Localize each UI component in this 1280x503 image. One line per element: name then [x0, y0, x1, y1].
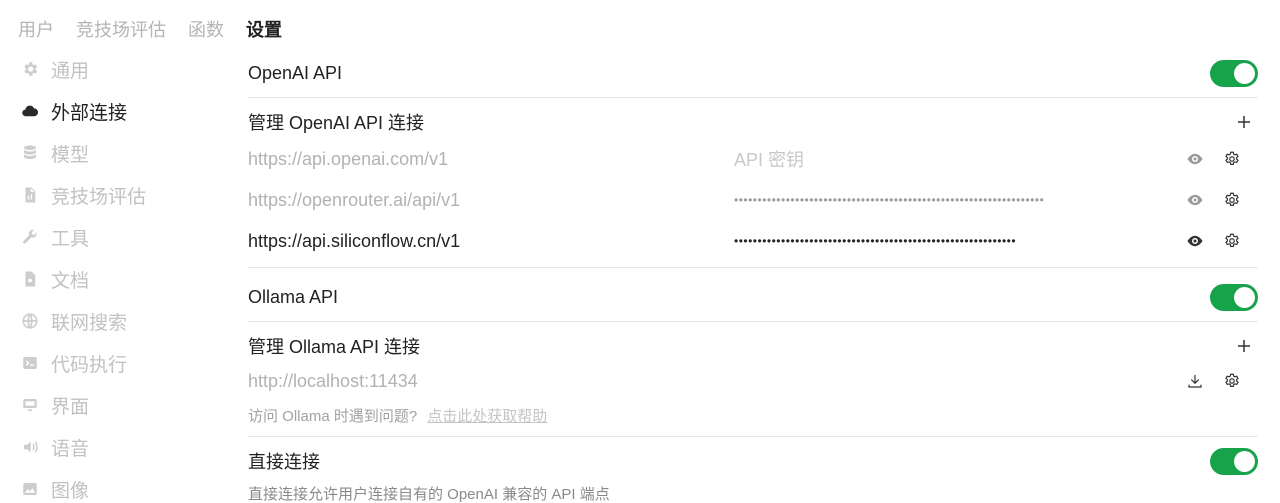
- sidebar-item-general[interactable]: 通用: [20, 48, 220, 90]
- divider: [248, 267, 1258, 268]
- api-key-field[interactable]: API 密钥: [734, 146, 1180, 172]
- sidebar-item-label: 联网搜索: [51, 312, 128, 334]
- sidebar-item-label: 代码执行: [51, 354, 128, 376]
- globe-icon: [20, 311, 40, 331]
- connection-url[interactable]: https://api.siliconflow.cn/v1: [248, 231, 460, 252]
- ollama-manage-title: 管理 Ollama API 连接: [248, 337, 421, 357]
- database-icon: [20, 143, 40, 163]
- sidebar-item-label: 模型: [51, 144, 90, 166]
- add-openai-connection-button[interactable]: [1232, 110, 1256, 134]
- row-actions: [1170, 188, 1244, 212]
- ollama-manage-header: 管理 Ollama API 连接: [248, 332, 1258, 360]
- ollama-help-text: 访问 Ollama 时遇到问题?: [248, 408, 418, 425]
- speaker-icon: [20, 437, 40, 457]
- connection-row: http://localhost:11434: [248, 366, 1258, 396]
- gear-icon[interactable]: [1220, 147, 1244, 171]
- eye-icon[interactable]: [1183, 188, 1207, 212]
- connection-row: https://api.openai.com/v1 API 密钥: [248, 144, 1258, 174]
- ollama-section-header: Ollama API: [248, 283, 1258, 311]
- row-actions: [1170, 369, 1244, 393]
- tab-arena[interactable]: 竞技场评估: [76, 16, 166, 42]
- sidebar-item-label: 通用: [51, 60, 90, 82]
- openai-manage-header: 管理 OpenAI API 连接: [248, 108, 1258, 136]
- gear-icon[interactable]: [1220, 229, 1244, 253]
- sidebar-item-label: 文档: [51, 270, 90, 292]
- sidebar-item-tools[interactable]: 工具: [20, 216, 220, 258]
- divider: [248, 436, 1258, 437]
- eye-icon[interactable]: [1183, 229, 1207, 253]
- sidebar-item-arena[interactable]: 竞技场评估: [20, 174, 220, 216]
- eye-icon[interactable]: [1183, 147, 1207, 171]
- direct-section-header: 直接连接: [248, 447, 1258, 475]
- sidebar-item-models[interactable]: 模型: [20, 132, 220, 174]
- connection-row: https://api.siliconflow.cn/v1 ••••••••••…: [248, 226, 1258, 256]
- sidebar-item-label: 工具: [51, 228, 90, 250]
- sidebar-item-label: 图像: [51, 480, 90, 502]
- sidebar-item-label: 界面: [51, 396, 90, 418]
- image-icon: [20, 479, 40, 499]
- tab-functions[interactable]: 函数: [188, 16, 224, 42]
- sidebar-item-interface[interactable]: 界面: [20, 384, 220, 426]
- direct-description: 直接连接允许用户连接自有的 OpenAI 兼容的 API 端点: [248, 486, 610, 503]
- api-key-field[interactable]: ••••••••••••••••••••••••••••••••••••••••…: [734, 193, 1180, 207]
- sidebar-item-label: 竞技场评估: [51, 186, 147, 208]
- cloud-icon: [20, 101, 40, 121]
- wrench-icon: [20, 227, 40, 247]
- settings-main: OpenAI API 管理 OpenAI API 连接 https://api.…: [248, 0, 1258, 503]
- add-ollama-connection-button[interactable]: [1232, 334, 1256, 358]
- settings-sidebar: 通用 外部连接 模型 竞技场评估 工具 文档 联网搜索 代码执行 界面 语音 图…: [20, 48, 220, 503]
- sidebar-item-connections[interactable]: 外部连接: [20, 90, 220, 132]
- sidebar-item-audio[interactable]: 语音: [20, 426, 220, 468]
- ollama-toggle[interactable]: [1210, 283, 1258, 311]
- document-chart-icon: [20, 185, 40, 205]
- tab-users[interactable]: 用户: [18, 16, 54, 42]
- sidebar-item-label: 语音: [51, 438, 90, 460]
- divider: [248, 97, 1258, 98]
- divider: [248, 321, 1258, 322]
- connection-row: https://openrouter.ai/api/v1 •••••••••••…: [248, 185, 1258, 215]
- gear-icon[interactable]: [1220, 188, 1244, 212]
- connection-url[interactable]: http://localhost:11434: [248, 371, 418, 392]
- openai-manage-title: 管理 OpenAI API 连接: [248, 113, 425, 133]
- sidebar-item-images[interactable]: 图像: [20, 468, 220, 503]
- row-actions: [1170, 229, 1244, 253]
- direct-title: 直接连接: [248, 452, 320, 472]
- gear-icon[interactable]: [1220, 369, 1244, 393]
- download-icon[interactable]: [1183, 369, 1207, 393]
- row-actions: [1170, 147, 1244, 171]
- ollama-title: Ollama API: [248, 286, 339, 307]
- openai-toggle[interactable]: [1210, 59, 1258, 87]
- gear-icon: [20, 59, 40, 79]
- monitor-icon: [20, 395, 40, 415]
- ollama-help-link[interactable]: 点击此处获取帮助: [427, 408, 547, 425]
- connection-url[interactable]: https://api.openai.com/v1: [248, 149, 448, 170]
- ollama-help: 访问 Ollama 时遇到问题? 点击此处获取帮助: [248, 405, 547, 426]
- direct-toggle[interactable]: [1210, 447, 1258, 475]
- sidebar-item-documents[interactable]: 文档: [20, 258, 220, 300]
- document-icon: [20, 269, 40, 289]
- sidebar-item-label: 外部连接: [51, 102, 128, 124]
- api-key-field[interactable]: ••••••••••••••••••••••••••••••••••••••••…: [734, 234, 1180, 248]
- openai-title: OpenAI API: [248, 62, 343, 83]
- terminal-icon: [20, 353, 40, 373]
- openai-section-header: OpenAI API: [248, 59, 1258, 87]
- sidebar-item-web-search[interactable]: 联网搜索: [20, 300, 220, 342]
- sidebar-item-code-execution[interactable]: 代码执行: [20, 342, 220, 384]
- connection-url[interactable]: https://openrouter.ai/api/v1: [248, 190, 460, 211]
